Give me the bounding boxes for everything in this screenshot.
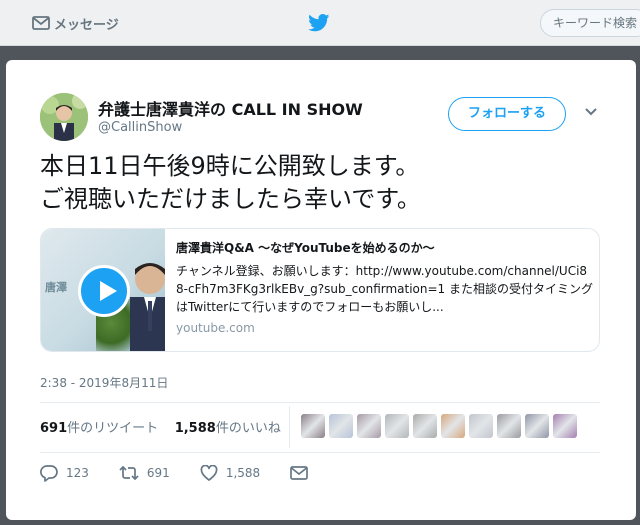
direct-message-button[interactable] [290,462,309,484]
play-button-icon[interactable] [78,265,130,317]
envelope-icon [32,16,50,30]
divider [40,452,600,453]
divider [40,402,600,403]
follow-button[interactable]: フォローする [448,97,566,131]
tweet-actions: 123 691 1,588 [40,462,338,484]
chevron-down-icon[interactable] [584,107,598,117]
like-stat-label: 件のいいね [215,421,281,436]
link-card-title: 唐澤貴洋Q&A ～なぜYouTubeを始めるのか～ [176,241,435,255]
retweet-stat-count: 691 [40,421,68,436]
liker-avatar[interactable] [525,414,549,438]
link-preview-card[interactable]: 唐澤 唐澤貴洋Q&A ～なぜYouTubeを始めるのか～ チャンネル登録、お願い… [40,228,600,352]
envelope-icon [290,466,309,480]
liker-avatar[interactable] [497,414,521,438]
liker-avatar[interactable] [357,414,381,438]
liker-avatar[interactable] [441,414,465,438]
liker-avatar[interactable] [301,414,325,438]
heart-icon [200,465,218,481]
like-button[interactable]: 1,588 [200,462,260,484]
retweet-button[interactable]: 691 [119,462,170,484]
like-stat[interactable]: 1,588件のいいね [175,421,281,436]
avatar[interactable] [40,93,88,141]
liker-avatar[interactable] [413,414,437,438]
retweet-stat[interactable]: 691件のリツイート [40,421,158,436]
retweet-icon [119,465,139,481]
reply-icon [40,464,58,482]
reply-button[interactable]: 123 [40,462,89,484]
tweet-text-line-1: 本日11日午後9時に公開致します。 [40,152,420,180]
tweet-text-line-2: ご視聴いただけましたら幸いです。 [40,185,421,213]
link-card-body: 唐澤貴洋Q&A ～なぜYouTubeを始めるのか～ チャンネル登録、お願いします… [176,239,594,335]
search-input[interactable]: キーワード検索 [540,9,640,37]
stats-separator [289,406,290,448]
liker-avatar[interactable] [385,414,409,438]
liker-avatar[interactable] [553,414,577,438]
tweet-timestamp[interactable]: 2:38 - 2019年8月11日 [40,374,168,391]
link-card-description: チャンネル登録、お願いします：http://www.youtube.com/ch… [176,264,594,314]
thumbnail-person [130,263,165,351]
reply-count: 123 [66,466,89,480]
retweet-count: 691 [146,466,170,480]
twitter-bird-icon[interactable] [308,14,330,32]
messages-nav-item[interactable]: メッセージ [32,12,119,34]
liker-avatar[interactable] [469,414,493,438]
user-handle[interactable]: @CallinShow [98,120,182,135]
liker-avatars [301,414,577,438]
avatar-image [40,93,88,141]
like-count: 1,588 [225,466,261,480]
tweet-stats: 691件のリツイート 1,588件のいいね [40,417,281,436]
retweet-stat-label: 件のリツイート [67,421,159,436]
tweet-text: 本日11日午後9時に公開致します。 ご視聴いただけましたら幸いです。 [40,150,600,216]
video-thumbnail[interactable]: 唐澤 [41,229,165,351]
messages-label: メッセージ [54,17,119,33]
liker-avatar[interactable] [329,414,353,438]
like-stat-count: 1,588 [174,421,216,436]
tweet-modal: 弁護士唐澤貴洋の CALL IN SHOW @CallinShow フォローする… [6,60,636,520]
link-card-domain: youtube.com [176,321,255,335]
top-navigation-bar: メッセージ キーワード検索 [0,0,640,46]
thumbnail-text: 唐澤 [45,281,67,294]
display-name[interactable]: 弁護士唐澤貴洋の CALL IN SHOW [98,96,363,120]
